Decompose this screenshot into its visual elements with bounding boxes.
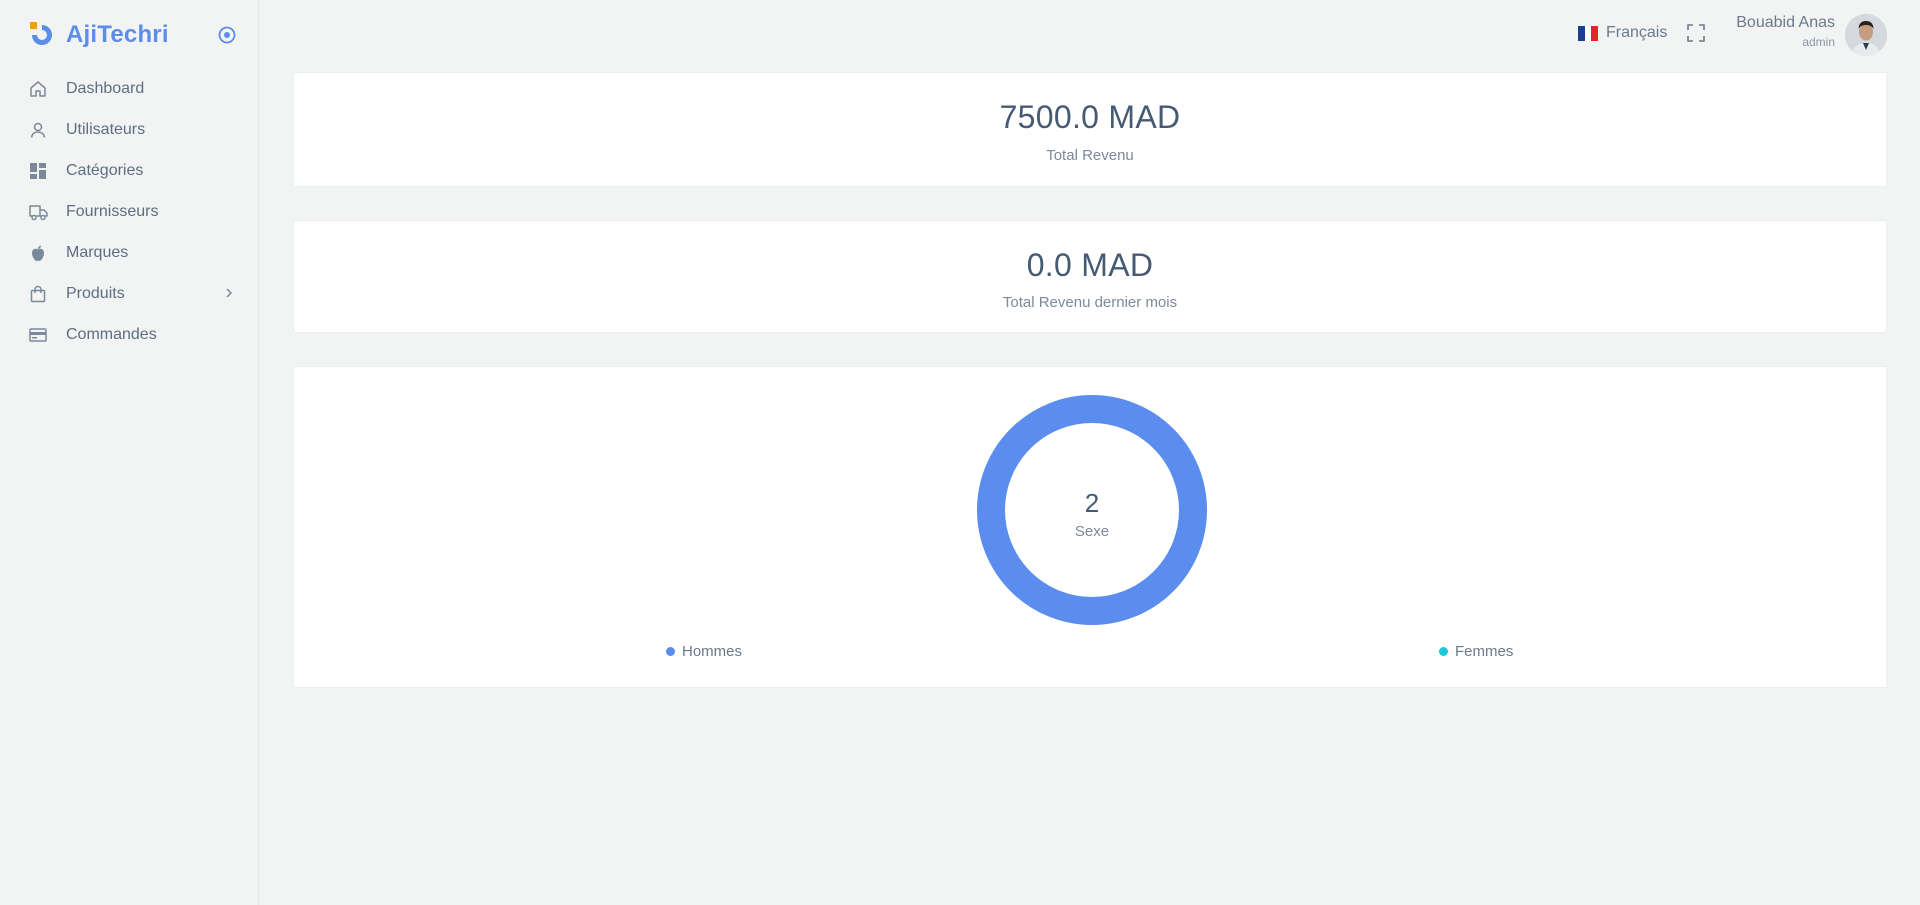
- gender-chart-card: 2 Sexe Hommes Femmes: [293, 366, 1887, 688]
- legend-label: Femmes: [1455, 643, 1514, 660]
- total-revenue-label: Total Revenu: [1046, 147, 1134, 164]
- credit-card-icon: [28, 325, 48, 345]
- user-info[interactable]: Bouabid Anas admin: [1700, 14, 1835, 49]
- last-month-revenue-card: 0.0 MAD Total Revenu dernier mois: [293, 220, 1887, 333]
- total-revenue-value: 7500.0 MAD: [999, 99, 1181, 135]
- shopping-bag-icon: [28, 284, 48, 304]
- sidebar-item-label: Produits: [66, 284, 125, 302]
- sidebar-item-categories[interactable]: Catégories: [0, 150, 259, 191]
- language-label: Français: [1606, 24, 1668, 41]
- legend-item-hommes[interactable]: Hommes: [666, 643, 742, 660]
- sidebar-item-utilisateurs[interactable]: Utilisateurs: [0, 109, 259, 150]
- brand[interactable]: AjiTechri: [28, 20, 169, 50]
- chevron-right-icon: [226, 288, 233, 298]
- sidebar-item-fournisseurs[interactable]: Fournisseurs: [0, 191, 259, 232]
- sidebar-item-label: Commandes: [66, 325, 157, 343]
- sidebar-nav: Dashboard Utilisateurs Catégories Fourni…: [0, 68, 259, 355]
- legend-label: Hommes: [682, 643, 743, 660]
- sidebar-item-label: Marques: [66, 243, 129, 261]
- sidebar-item-produits[interactable]: Produits: [0, 273, 259, 314]
- avatar[interactable]: [1845, 14, 1887, 56]
- donut-center-value: 2: [1084, 488, 1100, 518]
- apple-icon: [28, 243, 48, 263]
- legend-dot: [1439, 647, 1448, 656]
- legend-item-femmes[interactable]: Femmes: [1439, 643, 1513, 660]
- sidebar-item-label: Utilisateurs: [66, 120, 146, 138]
- grid-icon: [28, 161, 48, 181]
- sidebar-item-dashboard[interactable]: Dashboard: [0, 68, 259, 109]
- language-selector[interactable]: Français: [1578, 22, 1667, 44]
- user-name: Bouabid Anas: [1736, 14, 1835, 31]
- legend-dot: [666, 647, 675, 656]
- donut-chart: 2 Sexe: [976, 394, 1208, 626]
- brand-name: AjiTechri: [66, 21, 169, 48]
- donut-center-label: Sexe: [1074, 523, 1110, 540]
- user-icon: [28, 120, 48, 140]
- sidebar-item-label: Fournisseurs: [66, 202, 159, 220]
- user-role: admin: [1802, 35, 1835, 49]
- last-month-revenue-label: Total Revenu dernier mois: [1002, 294, 1178, 311]
- total-revenue-card: 7500.0 MAD Total Revenu: [293, 72, 1887, 187]
- logo-icon: [30, 22, 52, 45]
- france-flag-icon: [1578, 25, 1599, 41]
- target-icon: [218, 26, 236, 44]
- sidebar-item-commandes[interactable]: Commandes: [0, 314, 259, 355]
- home-icon: [28, 79, 48, 99]
- sidebar-item-marques[interactable]: Marques: [0, 232, 259, 273]
- sidebar-item-label: Dashboard: [66, 79, 145, 97]
- sidebar: AjiTechri Dashboard Utilisateurs Catégor…: [0, 0, 259, 905]
- last-month-revenue-value: 0.0 MAD: [1026, 247, 1154, 283]
- avatar-image: [1845, 14, 1887, 56]
- sidebar-item-label: Catégories: [66, 161, 144, 179]
- truck-icon: [28, 202, 48, 222]
- sidebar-toggle-button[interactable]: [216, 24, 238, 46]
